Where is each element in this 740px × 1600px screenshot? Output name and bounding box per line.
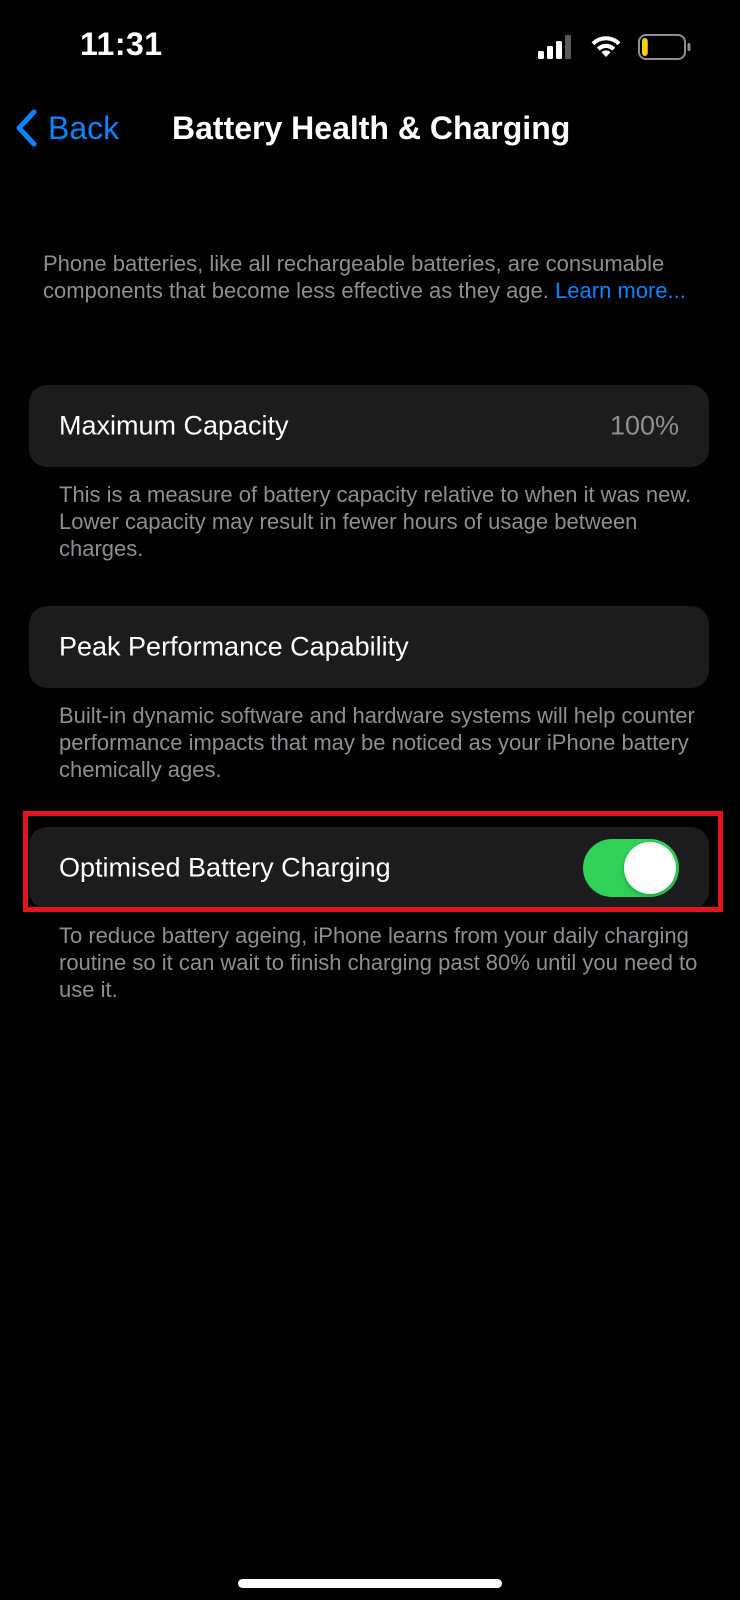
status-time: 11:31 (80, 26, 163, 62)
maximum-capacity-label: Maximum Capacity (59, 410, 289, 441)
chevron-left-icon (16, 109, 37, 147)
maximum-capacity-row: Maximum Capacity 100% (29, 385, 709, 467)
maximum-capacity-footer: This is a measure of battery capacity re… (59, 482, 692, 561)
optimised-charging-row: Optimised Battery Charging (29, 827, 709, 909)
optimised-charging-label: Optimised Battery Charging (59, 852, 391, 883)
status-bar: 11:31 (0, 0, 740, 100)
toggle-knob (624, 842, 676, 894)
back-button[interactable]: Back (14, 108, 119, 148)
peak-performance-label: Peak Performance Capability (59, 631, 409, 662)
intro-description: Phone batteries, like all rechargeable b… (43, 250, 703, 304)
learn-more-link[interactable]: Learn more... (555, 278, 686, 303)
battery-icon (638, 34, 691, 60)
optimised-charging-footer: To reduce battery ageing, iPhone learns … (59, 923, 698, 1002)
peak-performance-row: Peak Performance Capability (29, 606, 709, 688)
status-icons (538, 34, 692, 60)
back-label: Back (48, 109, 120, 146)
signal-icon (538, 35, 571, 59)
wifi-icon (591, 36, 621, 57)
maximum-capacity-value: 100% (609, 410, 679, 441)
home-indicator[interactable] (238, 1579, 502, 1588)
navigation-bar: Back Battery Health & Charging (0, 100, 740, 160)
peak-performance-footer: Built-in dynamic software and hardware s… (59, 703, 695, 782)
optimised-charging-toggle[interactable] (583, 839, 679, 897)
page-title: Battery Health & Charging (172, 110, 571, 146)
